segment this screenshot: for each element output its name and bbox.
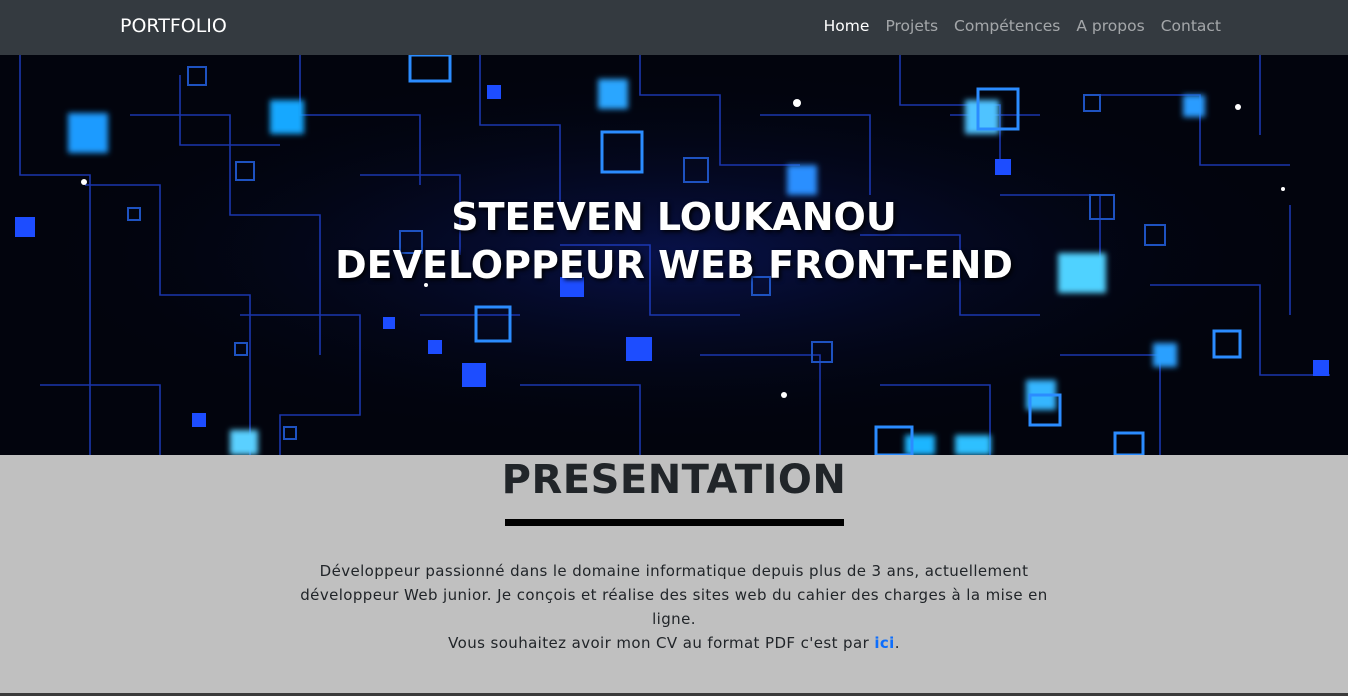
presentation-paragraph: Développeur passionné dans le domaine in…	[300, 562, 1048, 628]
presentation-section: PRESENTATION Développeur passionné dans …	[0, 455, 1348, 696]
nav-a-propos[interactable]: A propos	[1076, 17, 1144, 35]
navbar: PORTFOLIO Home Projets Compétences A pro…	[0, 0, 1348, 55]
hero-title: STEEVEN LOUKANOU DEVELOPPEUR WEB FRONT-E…	[0, 193, 1348, 289]
cv-prefix: Vous souhaitez avoir mon CV au format PD…	[448, 634, 875, 652]
cv-suffix: .	[894, 634, 900, 652]
cv-line: Vous souhaitez avoir mon CV au format PD…	[300, 631, 1048, 655]
hero-name: STEEVEN LOUKANOU	[451, 195, 897, 239]
brand-logo[interactable]: PORTFOLIO	[120, 15, 227, 37]
hero-role: DEVELOPPEUR WEB FRONT-END	[335, 243, 1013, 287]
section-title: PRESENTATION	[501, 457, 847, 503]
nav-links: Home Projets Compétences A propos Contac…	[824, 17, 1221, 35]
title-underline	[505, 519, 844, 526]
nav-projets[interactable]: Projets	[885, 17, 938, 35]
nav-competences[interactable]: Compétences	[954, 17, 1060, 35]
cv-download-link[interactable]: ici	[874, 634, 894, 652]
nav-home[interactable]: Home	[824, 17, 870, 35]
hero-banner: STEEVEN LOUKANOU DEVELOPPEUR WEB FRONT-E…	[0, 55, 1348, 455]
presentation-text: Développeur passionné dans le domaine in…	[300, 559, 1048, 655]
nav-contact[interactable]: Contact	[1161, 17, 1221, 35]
